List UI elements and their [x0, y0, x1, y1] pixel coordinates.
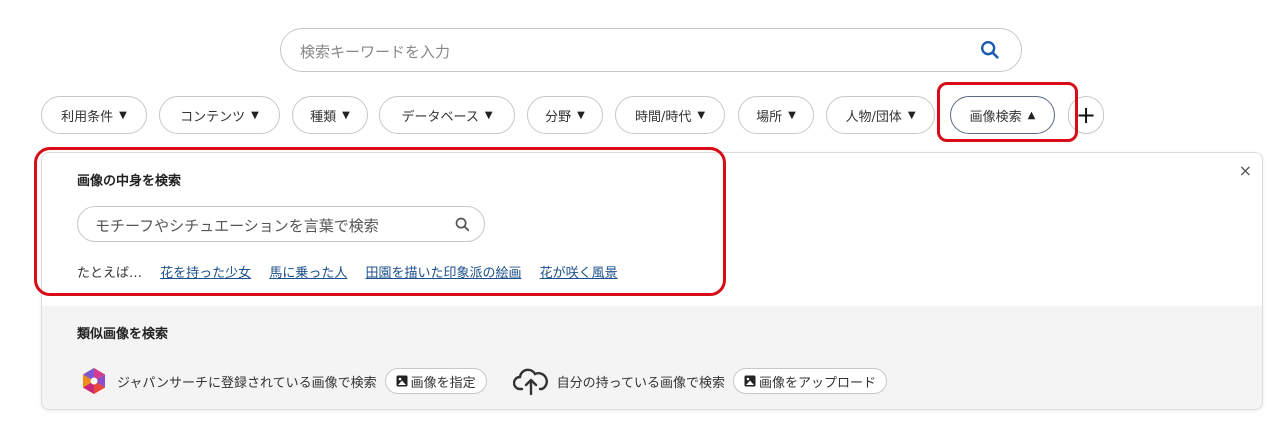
- filter-contents[interactable]: コンテンツ ▼: [159, 96, 280, 134]
- keyword-search-input[interactable]: 検索キーワードを入力: [280, 28, 1022, 72]
- similar-search-options: ジャパンサーチに登録されている画像で検索 画像を指定 自分の持っている画像で検索: [79, 366, 888, 396]
- chevron-down-icon: ▼: [484, 109, 493, 121]
- example-link[interactable]: 田園を描いた印象派の絵画: [365, 266, 521, 281]
- chevron-down-icon: ▼: [342, 109, 350, 121]
- chevron-down-icon: ▼: [251, 109, 259, 121]
- chevron-down-icon: ▼: [577, 109, 585, 121]
- image-icon: [744, 375, 756, 387]
- examples-prefix: たとえば…: [77, 266, 143, 281]
- search-icon[interactable]: [454, 216, 471, 233]
- filter-type-label: 種類: [310, 109, 337, 125]
- chevron-down-icon: ▼: [907, 109, 916, 121]
- content-search-title: 画像の中身を検索: [77, 174, 182, 189]
- similar-search-section: 類似画像を検索 ジャパンサーチに登録されている画像で検索 画像を指定 自分の持っ…: [42, 306, 1262, 409]
- japansearch-logo-icon: [83, 368, 105, 394]
- filter-image-search[interactable]: 画像検索 ▲: [950, 96, 1055, 134]
- filter-license-label: 利用条件: [61, 109, 114, 125]
- close-icon[interactable]: ×: [1239, 161, 1252, 180]
- example-link[interactable]: 花を持った少女: [160, 266, 251, 281]
- chevron-down-icon: ▼: [119, 109, 127, 121]
- filter-person-org-label: 人物/団体: [845, 109, 902, 125]
- example-queries: たとえば… 花を持った少女 馬に乗った人 田園を描いた印象派の絵画 花が咲く風景: [77, 262, 618, 281]
- filter-place-label: 場所: [756, 109, 783, 125]
- search-icon[interactable]: [979, 39, 1001, 61]
- upload-image-button[interactable]: 画像をアップロード: [733, 368, 888, 394]
- chevron-down-icon: ▼: [788, 109, 796, 121]
- chevron-up-icon: ▲: [1027, 109, 1036, 121]
- filter-field-label: 分野: [545, 109, 572, 125]
- filter-database[interactable]: データベース ▼: [379, 96, 515, 134]
- cloud-upload-icon: [512, 368, 548, 396]
- motif-search-input[interactable]: モチーフやシチュエーションを言葉で検索: [77, 206, 485, 242]
- filter-license[interactable]: 利用条件 ▼: [41, 96, 147, 134]
- add-filter-button[interactable]: +: [1068, 96, 1104, 134]
- upload-image-label: 画像をアップロード: [759, 375, 877, 391]
- example-link[interactable]: 花が咲く風景: [540, 266, 618, 281]
- search-placeholder: 検索キーワードを入力: [300, 43, 451, 61]
- filter-field[interactable]: 分野 ▼: [527, 96, 603, 134]
- example-link[interactable]: 馬に乗った人: [269, 266, 347, 281]
- filter-period-label: 時間/時代: [634, 109, 692, 125]
- image-search-panel: × 画像の中身を検索 モチーフやシチュエーションを言葉で検索 たとえば… 花を持…: [41, 152, 1263, 410]
- specify-image-button[interactable]: 画像を指定: [384, 368, 487, 394]
- plus-icon: +: [1075, 101, 1097, 129]
- filter-type[interactable]: 種類 ▼: [292, 96, 368, 134]
- filter-place[interactable]: 場所 ▼: [738, 96, 814, 134]
- own-image-search-text: 自分の持っている画像で検索: [556, 375, 725, 391]
- chevron-down-icon: ▼: [697, 109, 706, 121]
- filter-period[interactable]: 時間/時代 ▼: [615, 96, 725, 134]
- filter-contents-label: コンテンツ: [180, 109, 246, 125]
- registered-image-search-text: ジャパンサーチに登録されている画像で検索: [117, 375, 377, 391]
- filter-database-label: データベース: [401, 109, 479, 125]
- content-search-section: × 画像の中身を検索 モチーフやシチュエーションを言葉で検索 たとえば… 花を持…: [42, 153, 1262, 306]
- similar-search-title: 類似画像を検索: [77, 327, 169, 342]
- image-icon: [396, 375, 408, 387]
- specify-image-label: 画像を指定: [410, 375, 476, 391]
- filter-person-org[interactable]: 人物/団体 ▼: [826, 96, 935, 134]
- filter-image-search-label: 画像検索: [969, 109, 1022, 125]
- motif-search-placeholder: モチーフやシチュエーションを言葉で検索: [95, 217, 379, 235]
